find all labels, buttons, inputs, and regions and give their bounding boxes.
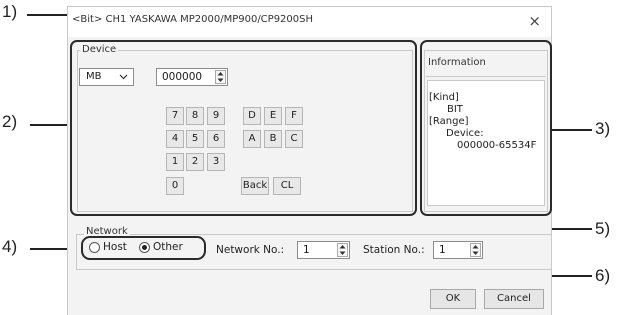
callout-1: 1) bbox=[2, 2, 18, 21]
station-no-value: 1 bbox=[439, 244, 446, 256]
callout-3: 3) bbox=[595, 119, 611, 138]
host-radio-label: Host bbox=[103, 241, 127, 253]
network-no-input[interactable]: 1 bbox=[297, 241, 350, 259]
network-no-label: Network No.: bbox=[216, 244, 285, 256]
cancel-button[interactable]: Cancel bbox=[484, 289, 544, 309]
callout-2: 2) bbox=[2, 112, 18, 131]
callout-5: 5) bbox=[595, 219, 611, 238]
network-no-value: 1 bbox=[303, 244, 310, 256]
title-bar: <Bit> CH1 YASKAWA MP2000/MP900/CP9200SH … bbox=[68, 7, 551, 37]
highlight-device-area bbox=[70, 40, 417, 216]
callout-1-leader bbox=[27, 14, 71, 16]
callout-4: 4) bbox=[2, 237, 18, 256]
other-radio-selected-dot bbox=[142, 245, 147, 250]
callout-6: 6) bbox=[595, 266, 611, 285]
other-radio-label: Other bbox=[153, 241, 183, 253]
dialog-title: <Bit> CH1 YASKAWA MP2000/MP900/CP9200SH bbox=[72, 14, 314, 25]
callout-2-leader bbox=[30, 124, 70, 126]
station-no-input[interactable]: 1 bbox=[433, 241, 483, 259]
callout-3-leader bbox=[551, 129, 592, 131]
ok-button[interactable]: OK bbox=[430, 289, 476, 309]
host-radio[interactable] bbox=[89, 242, 100, 253]
highlight-information-area bbox=[420, 40, 552, 216]
close-icon[interactable]: × bbox=[528, 12, 541, 30]
station-no-spinner[interactable] bbox=[470, 243, 481, 257]
station-no-label: Station No.: bbox=[363, 244, 425, 256]
other-radio[interactable] bbox=[139, 242, 150, 253]
network-no-spinner[interactable] bbox=[337, 243, 348, 257]
